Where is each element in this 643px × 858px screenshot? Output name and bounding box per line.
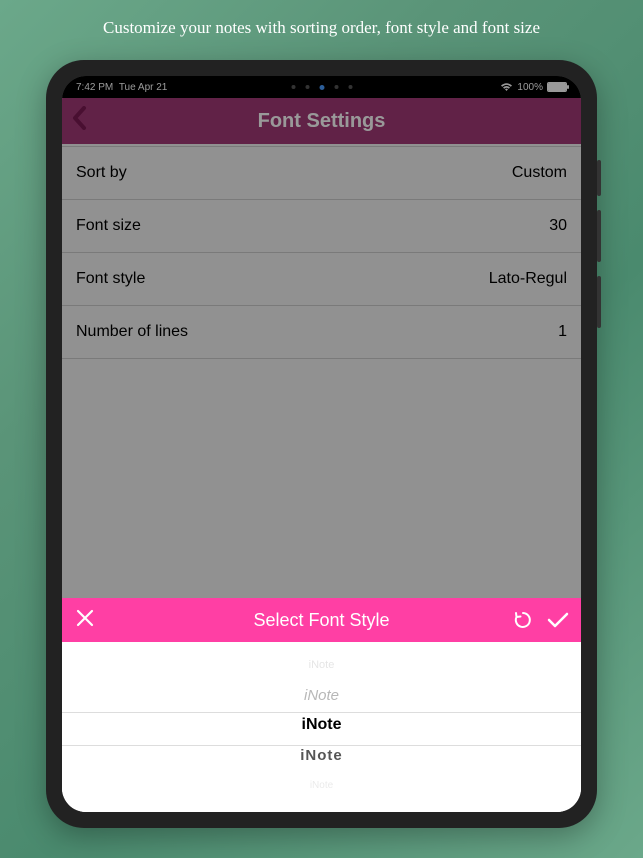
picker-option[interactable]: iNote [62,680,581,710]
setting-row-number-of-lines[interactable]: Number of lines 1 [62,306,581,359]
picker-option-selected[interactable]: iNote [62,710,581,740]
battery-icon [547,82,567,92]
status-time-date: 7:42 PM Tue Apr 21 [76,82,167,93]
setting-row-font-style[interactable]: Font style Lato-Regul [62,253,581,306]
chevron-left-icon [72,106,88,130]
app-header: Font Settings [62,98,581,144]
status-right: 100% [500,82,567,93]
setting-value: Custom [512,164,567,182]
status-bar: 7:42 PM Tue Apr 21 100% [62,76,581,98]
close-icon [76,609,94,627]
picker-wheel[interactable]: iNote iNote iNote iNote iNote [62,642,581,812]
setting-label: Sort by [76,164,127,182]
reset-button[interactable] [513,610,533,630]
font-style-picker: Select Font Style iNote iNote iNote iNot… [62,598,581,812]
check-icon [547,611,569,629]
wifi-icon [500,82,513,92]
picker-option[interactable]: iNote [62,650,581,680]
screen: 7:42 PM Tue Apr 21 100% Font Settings So… [62,76,581,812]
page-title: Font Settings [258,110,386,133]
reset-icon [513,610,533,630]
setting-label: Font style [76,270,145,288]
picker-title: Select Font Style [253,610,389,631]
picker-header: Select Font Style [62,598,581,642]
back-button[interactable] [72,105,88,137]
setting-value: Lato-Regul [489,270,567,288]
setting-row-sort-by[interactable]: Sort by Custom [62,146,581,200]
device-frame: 7:42 PM Tue Apr 21 100% Font Settings So… [46,60,597,828]
settings-list: Sort by Custom Font size 30 Font style L… [62,144,581,359]
setting-label: Number of lines [76,323,188,341]
promo-caption: Customize your notes with sorting order,… [0,0,643,52]
setting-value: 1 [558,323,567,341]
confirm-button[interactable] [547,611,569,629]
setting-row-font-size[interactable]: Font size 30 [62,200,581,253]
battery-percent: 100% [517,82,543,93]
picker-option[interactable]: iNote [62,770,581,800]
close-button[interactable] [76,607,94,633]
setting-value: 30 [549,217,567,235]
picker-option[interactable]: iNote [62,740,581,770]
setting-label: Font size [76,217,141,235]
